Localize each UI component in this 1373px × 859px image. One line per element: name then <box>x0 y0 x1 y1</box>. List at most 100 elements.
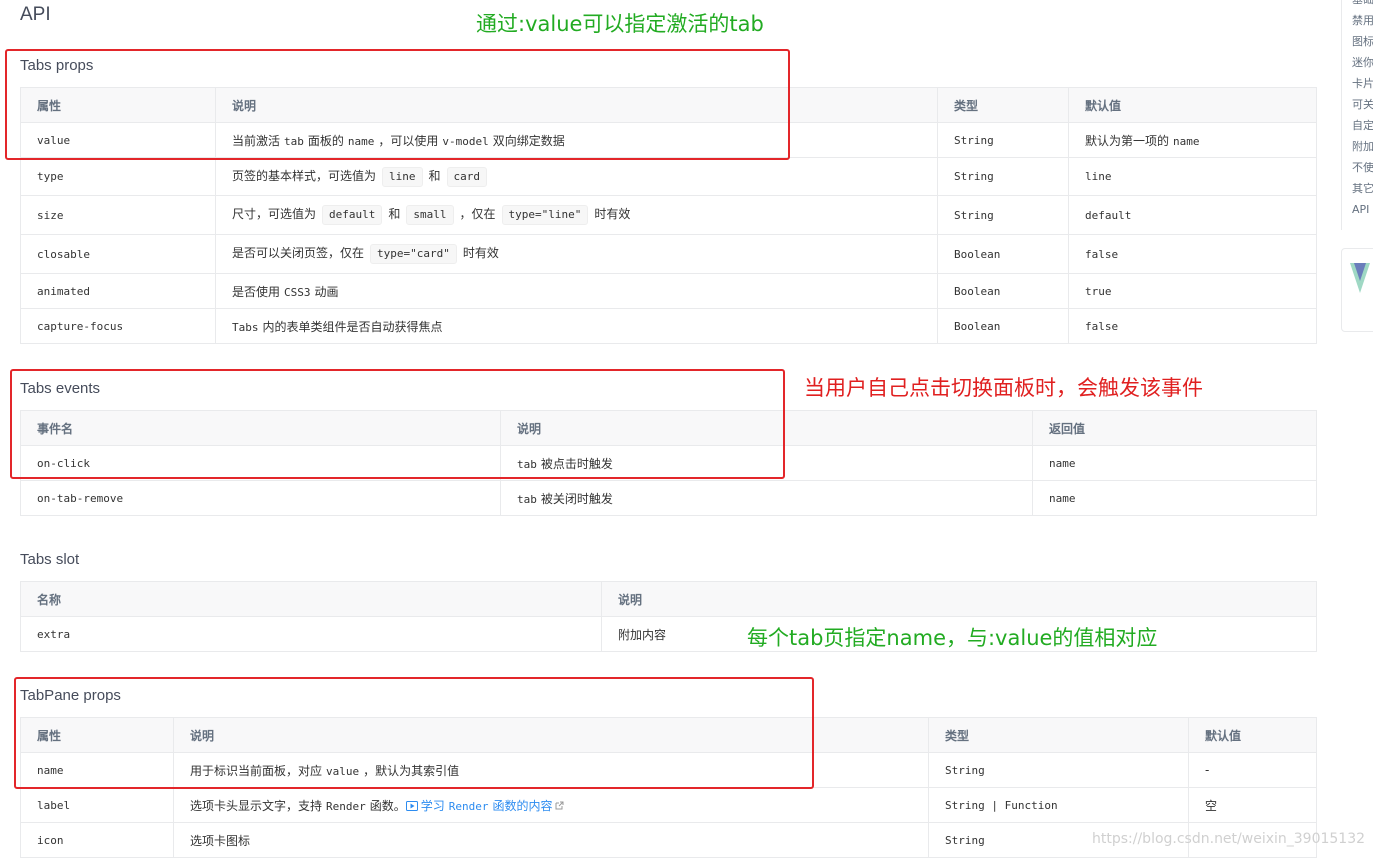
prop-desc: 是否使用 CSS3 动画 <box>215 273 938 309</box>
external-link-icon <box>555 801 564 809</box>
prop-default: - <box>1188 752 1317 788</box>
anchor-link[interactable]: 迷你 <box>1342 52 1373 73</box>
code-pill: line <box>382 166 423 187</box>
desc-text: 被关闭时触发 <box>540 491 613 506</box>
header-cell: 类型 <box>937 87 1069 123</box>
link-text: 学习 <box>420 798 445 813</box>
prop-type: Boolean <box>937 234 1069 274</box>
annotation-value-activate: 通过:value可以指定激活的tab <box>476 12 764 36</box>
header-cell: 默认值 <box>1188 717 1317 753</box>
prop-desc: 页签的基本样式，可选值为 line 和 card <box>215 157 938 196</box>
tabs-slot-title: Tabs slot <box>20 551 80 568</box>
code-pill: type="card" <box>370 244 457 264</box>
page-title: API <box>20 4 51 25</box>
code-pill: default <box>322 205 383 225</box>
event-desc: tab 被关闭时触发 <box>500 480 1033 516</box>
inline-code: Render <box>448 799 489 813</box>
prop-name: label <box>20 787 174 823</box>
desc-text: 和 <box>388 207 401 221</box>
table-row: animated 是否使用 CSS3 动画 Boolean true <box>20 273 1317 309</box>
header-cell: 返回值 <box>1032 410 1317 446</box>
desc-text: 默认为第一项的 <box>1085 133 1170 148</box>
prop-type: String <box>937 122 1069 158</box>
anchor-link[interactable]: 其它 <box>1342 178 1373 199</box>
render-docs-link[interactable]: 学习 Render 函数的内容 <box>405 798 564 813</box>
anchor-link[interactable]: 禁用 <box>1342 10 1373 31</box>
table-row: label 选项卡头显示文字，支持 Render 函数。 学习 Render 函数的内容 … <box>20 787 1317 823</box>
desc-text: 是否使用 <box>232 284 281 299</box>
anchor-link[interactable]: 卡片 <box>1342 73 1373 94</box>
prop-desc: 是否可以关闭页签，仅在 type="card" 时有效 <box>215 234 938 274</box>
anchor-sidebar: 基础 禁用 图标 迷你 卡片 可关 自定 附加 不使 其它 API <box>1341 0 1373 230</box>
anchor-link[interactable]: 不使 <box>1342 157 1373 178</box>
anchor-link[interactable]: 自定 <box>1342 115 1373 136</box>
annotation-click-event: 当用户自己点击切换面板时，会触发该事件 <box>804 376 1203 400</box>
desc-text: 函数。 <box>369 798 406 813</box>
table-row: closable 是否可以关闭页签，仅在 type="card" 时有效 Boole… <box>20 234 1317 274</box>
prop-desc: 尺寸，可选值为 default 和 small ，仅在 type="line" 时有效 <box>215 195 938 235</box>
prop-desc: 选项卡头显示文字，支持 Render 函数。 学习 Render 函数的内容 <box>173 787 929 823</box>
prop-default: default <box>1068 195 1317 235</box>
anchor-link[interactable]: 附加 <box>1342 136 1373 157</box>
desc-text: 动画 <box>314 284 339 299</box>
desc-text: 是否可以关闭页签，仅在 <box>232 246 365 260</box>
prop-name: capture-focus <box>20 308 216 344</box>
inline-code: CSS3 <box>284 285 311 299</box>
header-cell: 说明 <box>601 581 1317 617</box>
inline-code: Render <box>326 799 366 813</box>
code-pill: small <box>406 205 454 225</box>
code-pill: card <box>446 166 488 187</box>
prop-name: type <box>20 157 216 196</box>
code-pill: type="line" <box>501 205 589 225</box>
desc-text: 内的表单类组件是否自动获得焦点 <box>262 319 443 334</box>
anchor-link[interactable]: 图标 <box>1342 31 1373 52</box>
slot-name: extra <box>20 616 602 652</box>
prop-default: line <box>1068 157 1317 196</box>
table-row: size 尺寸，可选值为 default 和 small ，仅在 type="line" 时… <box>20 195 1317 235</box>
prop-type: String <box>937 195 1069 235</box>
prop-name: size <box>20 195 216 235</box>
prop-default: 默认为第一项的 name <box>1068 122 1317 158</box>
highlight-box-tabs-props <box>5 49 790 160</box>
event-return: name <box>1032 480 1317 516</box>
desc-text: 页签的基本样式，可选值为 <box>232 168 377 183</box>
prop-default: false <box>1068 234 1317 274</box>
header-cell: 默认值 <box>1068 87 1317 123</box>
prop-type: String | Function <box>928 787 1189 823</box>
prop-name: closable <box>20 234 216 274</box>
link-text: 函数的内容 <box>492 798 553 813</box>
prop-type: String <box>928 752 1189 788</box>
prop-type: Boolean <box>937 273 1069 309</box>
prop-type: Boolean <box>937 308 1069 344</box>
desc-text: 和 <box>428 168 441 183</box>
table-row: on-tab-remove tab 被关闭时触发 name <box>20 480 1317 516</box>
prop-name: animated <box>20 273 216 309</box>
prop-desc: Tabs 内的表单类组件是否自动获得焦点 <box>215 308 938 344</box>
anchor-link[interactable]: 可关 <box>1342 94 1373 115</box>
desc-text: 时有效 <box>594 207 631 221</box>
desc-text: 选项卡头显示文字，支持 <box>190 798 323 813</box>
sponsor-card[interactable] <box>1341 248 1373 332</box>
vue-logo-icon <box>1350 263 1370 293</box>
event-name: on-tab-remove <box>20 480 501 516</box>
prop-desc: 选项卡图标 <box>173 822 929 858</box>
inline-code: name <box>1173 134 1200 148</box>
inline-code: Tabs <box>232 320 259 334</box>
prop-default: 空 <box>1188 787 1317 823</box>
play-icon <box>405 800 418 811</box>
header-cell: 类型 <box>928 717 1189 753</box>
anchor-link-api[interactable]: API <box>1342 199 1373 220</box>
header-cell: 名称 <box>20 581 602 617</box>
desc-text: 尺寸，可选值为 <box>232 207 317 221</box>
prop-name: icon <box>20 822 174 858</box>
prop-type: String <box>937 157 1069 196</box>
watermark: https://blog.csdn.net/weixin_39015132 <box>1092 831 1366 847</box>
prop-default: true <box>1068 273 1317 309</box>
highlight-box-tabs-events <box>10 369 785 479</box>
table-header-row: 名称 说明 <box>20 581 1317 617</box>
table-row: capture-focus Tabs 内的表单类组件是否自动获得焦点 Boolea… <box>20 308 1317 344</box>
inline-code: tab <box>517 492 537 506</box>
anchor-link[interactable]: 基础 <box>1342 0 1373 10</box>
desc-text: ，仅在 <box>459 207 496 221</box>
annotation-name-mapping: 每个tab页指定name，与:value的值相对应 <box>747 626 1158 650</box>
